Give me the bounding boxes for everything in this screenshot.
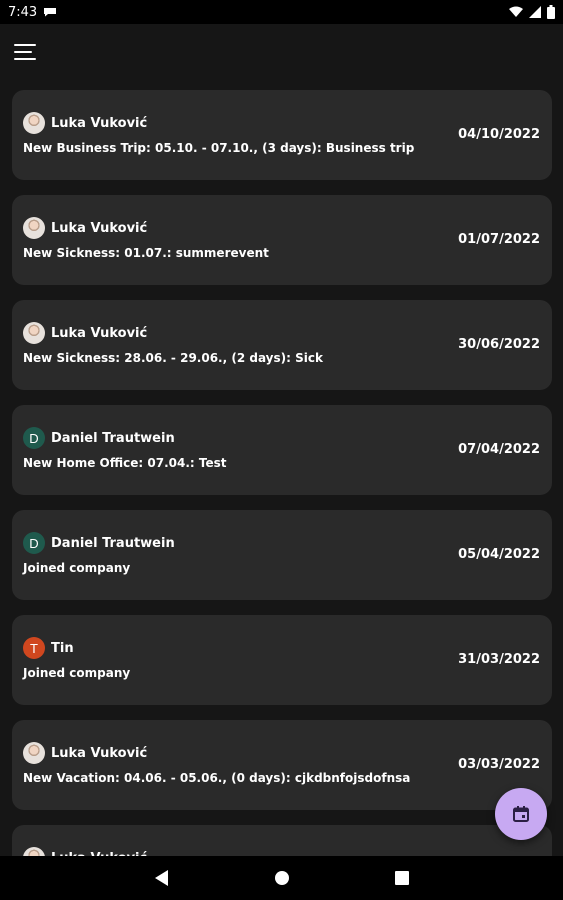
activity-date: 05/04/2022 (458, 547, 540, 562)
activity-description: New Sickness: 28.06. - 29.06., (2 days):… (23, 351, 323, 365)
card-header: Luka Vuković (23, 742, 147, 764)
user-name: Luka Vuković (51, 115, 148, 131)
app-bar (0, 24, 563, 80)
wifi-icon (509, 6, 523, 17)
avatar-photo (23, 847, 45, 856)
avatar-photo (23, 322, 45, 344)
activity-card[interactable]: Luka Vuković New Business Trip: 05.10. - … (12, 90, 552, 180)
user-name: Daniel Trautwein (51, 430, 175, 446)
card-header: Luka Vuković (23, 322, 147, 344)
battery-icon (547, 5, 555, 19)
card-header: T Tin (23, 637, 74, 659)
activity-date: 04/10/2022 (458, 127, 540, 142)
recents-icon[interactable] (392, 868, 412, 888)
activity-description: Joined company (23, 561, 131, 575)
activity-card[interactable]: T Tin Joined company 31/03/2022 (12, 615, 552, 705)
calendar-fab-button[interactable] (495, 788, 547, 840)
activity-date: 07/04/2022 (458, 442, 540, 457)
messenger-icon (44, 8, 57, 17)
home-icon[interactable] (272, 868, 292, 888)
card-header: Luka Vuković (23, 847, 147, 856)
activity-date: 31/03/2022 (458, 652, 540, 667)
activity-date: 03/03/2022 (458, 757, 540, 772)
activity-date: 30/06/2022 (458, 337, 540, 352)
card-header: D Daniel Trautwein (23, 427, 175, 449)
user-name: Luka Vuković (51, 325, 148, 341)
user-name: Tin (51, 640, 74, 656)
activity-card[interactable]: Luka Vuković (12, 825, 552, 856)
status-icons (509, 5, 555, 19)
activity-card[interactable]: Luka Vuković New Sickness: 28.06. - 29.06… (12, 300, 552, 390)
avatar-photo (23, 742, 45, 764)
signal-icon (529, 6, 541, 18)
activity-description: Joined company (23, 666, 131, 680)
avatar-photo (23, 217, 45, 239)
user-name: Luka Vuković (51, 220, 148, 236)
activity-description: New Home Office: 07.04.: Test (23, 456, 227, 470)
status-time: 7:43 (8, 4, 38, 20)
avatar-photo (23, 112, 45, 134)
activity-card[interactable]: Luka Vuković New Sickness: 01.07.: summer… (12, 195, 552, 285)
activity-description: New Vacation: 04.06. - 05.06., (0 days):… (23, 771, 411, 785)
activity-description: New Business Trip: 05.10. - 07.10., (3 d… (23, 141, 415, 155)
activity-feed[interactable]: Luka Vuković New Business Trip: 05.10. - … (12, 90, 552, 856)
hamburger-menu-icon[interactable] (14, 42, 40, 62)
user-name: Daniel Trautwein (51, 535, 175, 551)
system-nav-bar (0, 856, 563, 900)
activity-date: 01/07/2022 (458, 232, 540, 247)
avatar-initial: T (23, 637, 45, 659)
card-header: D Daniel Trautwein (23, 532, 175, 554)
activity-card[interactable]: Luka Vuković New Vacation: 04.06. - 05.06… (12, 720, 552, 810)
back-icon[interactable] (152, 868, 172, 888)
card-header: Luka Vuković (23, 217, 147, 239)
avatar-initial: D (23, 532, 45, 554)
avatar-initial: D (23, 427, 45, 449)
calendar-icon (513, 806, 529, 822)
card-header: Luka Vuković (23, 112, 147, 134)
activity-card[interactable]: D Daniel Trautwein New Home Office: 07.04.… (12, 405, 552, 495)
activity-description: New Sickness: 01.07.: summerevent (23, 246, 269, 260)
activity-card[interactable]: D Daniel Trautwein Joined company 05/04/202… (12, 510, 552, 600)
status-bar: 7:43 (0, 0, 563, 24)
user-name: Luka Vuković (51, 745, 148, 761)
